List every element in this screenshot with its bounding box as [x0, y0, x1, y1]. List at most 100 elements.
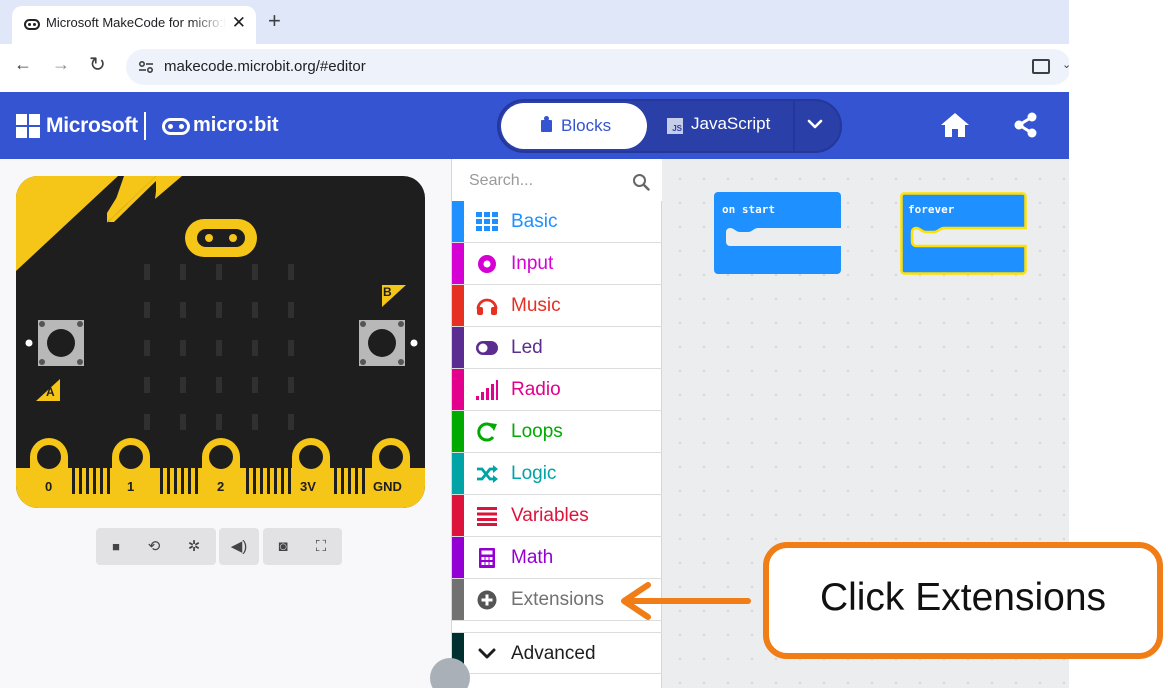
- category-color-bar: [452, 453, 464, 494]
- close-tab-icon[interactable]: ✕: [232, 13, 246, 33]
- category-color-bar: [452, 537, 464, 578]
- chevron-down-icon: [478, 648, 496, 659]
- category-label: Music: [511, 295, 561, 316]
- forever-label: forever: [908, 203, 955, 216]
- microbit-logo-icon: [162, 118, 190, 135]
- category-color-bar: [452, 411, 464, 452]
- header-divider: [144, 112, 146, 140]
- pointer-arrow-icon: [621, 582, 751, 620]
- address-bar: ← → ↻ makecode.microbit.org/#editor ⌄: [0, 44, 1069, 92]
- reload-icon[interactable]: ↻: [89, 52, 106, 77]
- category-variables[interactable]: Variables: [452, 495, 662, 537]
- microsoft-logo-icon: [16, 114, 40, 138]
- chevron-down-icon[interactable]: [805, 114, 825, 134]
- microbit-favicon-icon: [24, 19, 40, 30]
- install-app-icon[interactable]: [1032, 59, 1050, 74]
- on-start-block[interactable]: on start: [714, 192, 841, 274]
- makecode-header: Microsoft micro:bit Blocks JS JavaScript: [0, 92, 1069, 159]
- headphones-icon: [476, 298, 498, 315]
- sim-media-group: ◙ ⛶: [263, 528, 342, 565]
- debug-bug-icon[interactable]: ✲: [182, 528, 206, 565]
- javascript-label: JavaScript: [691, 114, 771, 133]
- category-music[interactable]: Music: [452, 285, 662, 327]
- shuffle-icon: [477, 465, 498, 483]
- restart-icon[interactable]: ⟲: [142, 528, 166, 565]
- plus-circle-icon: [477, 590, 497, 610]
- category-color-bar: [452, 285, 464, 326]
- url-text: makecode.microbit.org/#editor: [164, 58, 366, 75]
- speaker-icon: ◀): [230, 538, 248, 555]
- tab-strip: Microsoft MakeCode for micro:bit ✕ +: [0, 0, 1069, 44]
- pin-2-label: 2: [217, 479, 225, 494]
- category-color-bar: [452, 369, 464, 410]
- category-color-bar: [452, 579, 464, 620]
- site-settings-icon[interactable]: [138, 59, 154, 75]
- category-logic[interactable]: Logic: [452, 453, 662, 495]
- category-led[interactable]: Led: [452, 327, 662, 369]
- category-label: Led: [511, 337, 543, 358]
- share-icon[interactable]: [1013, 112, 1039, 138]
- category-label: Loops: [511, 421, 563, 442]
- back-icon[interactable]: ←: [14, 54, 32, 75]
- instruction-callout: Click Extensions: [763, 542, 1163, 659]
- category-label: Variables: [511, 505, 589, 526]
- editor-toggle: Blocks JS JavaScript: [497, 99, 842, 153]
- forever-block[interactable]: forever: [900, 192, 1027, 275]
- search-placeholder: Search...: [469, 172, 534, 189]
- button-b-label: B: [383, 285, 392, 299]
- category-basic[interactable]: Basic: [452, 201, 662, 243]
- category-loops[interactable]: Loops: [452, 411, 662, 453]
- callout-text: Click Extensions: [819, 576, 1107, 619]
- category-label: Extensions: [511, 589, 604, 610]
- category-color-bar: [452, 243, 464, 284]
- pin-gnd-label: GND: [373, 479, 402, 494]
- category-math[interactable]: Math: [452, 537, 662, 579]
- puzzle-piece-icon: [541, 116, 552, 132]
- blocks-label: Blocks: [561, 116, 612, 135]
- category-label: Advanced: [511, 643, 596, 664]
- microsoft-wordmark: Microsoft: [46, 114, 138, 137]
- simulator-panel: A B 0 1 2 3V GND ■ ⟲ ✲ ◀) ◙ ⛶: [0, 159, 451, 688]
- category-color-bar: [452, 327, 464, 368]
- home-icon[interactable]: [940, 112, 970, 138]
- chevron-down-icon[interactable]: ⌄: [1062, 58, 1069, 71]
- mute-button[interactable]: ◀): [219, 528, 259, 565]
- grid-icon: [476, 212, 498, 231]
- category-color-bar: [452, 495, 464, 536]
- forward-icon[interactable]: →: [52, 54, 70, 75]
- screenshot-camera-icon[interactable]: ◙: [271, 528, 295, 565]
- sim-controls-group: ■ ⟲ ✲: [96, 528, 216, 565]
- target-icon: [478, 255, 496, 273]
- category-label: Logic: [511, 463, 557, 484]
- loop-arrow-icon: [477, 422, 497, 442]
- stop-icon[interactable]: ■: [104, 528, 128, 565]
- calculator-icon: [479, 548, 495, 568]
- pin-1-label: 1: [127, 479, 135, 494]
- javascript-icon: JS: [667, 118, 683, 134]
- new-tab-icon[interactable]: +: [268, 8, 281, 34]
- button-a-label: A: [46, 385, 55, 399]
- board-graphic: [16, 176, 425, 508]
- category-advanced[interactable]: Advanced: [452, 632, 662, 674]
- toggle-icon: [476, 341, 498, 355]
- tab-title: Microsoft MakeCode for micro:bit: [46, 15, 226, 30]
- browser-tab[interactable]: Microsoft MakeCode for micro:bit ✕: [12, 6, 256, 44]
- search-input[interactable]: Search...: [452, 159, 662, 201]
- pin-3v-label: 3V: [300, 479, 316, 494]
- url-field[interactable]: makecode.microbit.org/#editor: [126, 49, 1069, 85]
- signal-bars-icon: [476, 380, 498, 400]
- category-input[interactable]: Input: [452, 243, 662, 285]
- toggle-divider: [793, 101, 795, 151]
- pin-0-label: 0: [45, 479, 53, 494]
- fullscreen-icon[interactable]: ⛶: [309, 528, 333, 565]
- lines-icon: [477, 507, 497, 526]
- category-label: Basic: [511, 211, 558, 232]
- search-icon[interactable]: [632, 173, 650, 191]
- blocks-button[interactable]: Blocks: [501, 103, 647, 149]
- category-label: Input: [511, 253, 554, 274]
- category-label: Radio: [511, 379, 561, 400]
- category-label: Math: [511, 547, 554, 568]
- microbit-board: A B 0 1 2 3V GND: [16, 176, 425, 508]
- on-start-label: on start: [722, 203, 775, 216]
- category-radio[interactable]: Radio: [452, 369, 662, 411]
